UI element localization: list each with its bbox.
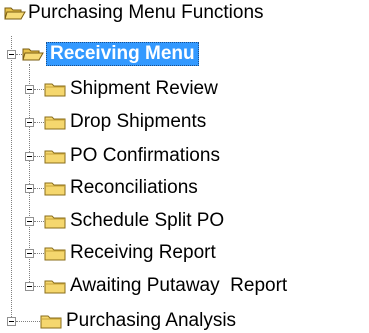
expand-toggle-purchasing-analysis[interactable] <box>7 317 16 326</box>
folder-icon <box>44 245 66 261</box>
expand-toggle-drop-shipments[interactable] <box>25 118 34 127</box>
tree-connector <box>34 156 44 157</box>
tree-connector <box>34 122 44 123</box>
expand-toggle-receiving-report[interactable] <box>25 249 34 258</box>
menu-tree: Purchasing Menu Functions Receiving Menu… <box>0 0 369 331</box>
tree-node-shipment-review[interactable]: Shipment Review <box>70 77 218 101</box>
tree-connector <box>11 36 12 321</box>
tree-node-schedule-split-po[interactable]: Schedule Split PO <box>70 209 224 233</box>
tree-node-po-confirmations[interactable]: PO Confirmations <box>70 144 220 168</box>
expand-toggle-po-confirmations[interactable] <box>25 152 34 161</box>
tree-connector <box>16 321 40 322</box>
folder-icon <box>44 180 66 196</box>
tree-node-drop-shipments[interactable]: Drop Shipments <box>70 110 206 134</box>
folder-icon <box>44 81 66 97</box>
open-folder-icon <box>4 5 26 21</box>
tree-node-reconciliations[interactable]: Reconciliations <box>70 176 198 200</box>
tree-connector <box>34 253 44 254</box>
tree-node-receiving-menu[interactable]: Receiving Menu <box>46 42 199 66</box>
tree-node-awaiting-putaway-report[interactable]: Awaiting Putaway Report <box>70 274 287 298</box>
folder-icon <box>40 313 62 329</box>
tree-connector <box>34 188 44 189</box>
folder-icon <box>44 278 66 294</box>
tree-connector <box>34 89 44 90</box>
tree-root-label[interactable]: Purchasing Menu Functions <box>28 1 264 25</box>
folder-icon <box>44 148 66 164</box>
folder-icon <box>44 114 66 130</box>
expand-toggle-awaiting-putaway-report[interactable] <box>25 282 34 291</box>
tree-connector <box>34 221 44 222</box>
tree-node-receiving-report[interactable]: Receiving Report <box>70 241 216 265</box>
expand-toggle-reconciliations[interactable] <box>25 184 34 193</box>
tree-connector <box>34 286 44 287</box>
expand-toggle-schedule-split-po[interactable] <box>25 217 34 226</box>
collapse-toggle-receiving-menu[interactable] <box>7 50 16 59</box>
tree-node-purchasing-analysis[interactable]: Purchasing Analysis <box>66 309 236 333</box>
folder-icon <box>44 213 66 229</box>
open-folder-icon <box>22 46 44 62</box>
expand-toggle-shipment-review[interactable] <box>25 85 34 94</box>
